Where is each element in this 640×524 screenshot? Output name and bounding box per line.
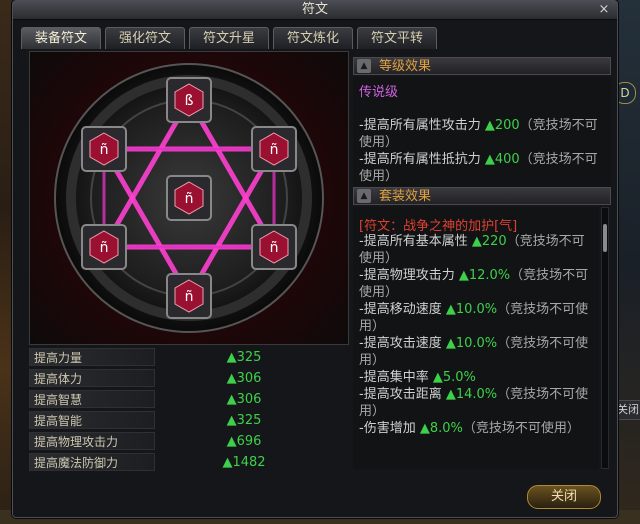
window-title: 符文 [301,2,328,17]
stat-label: 提高物理攻击力 [29,432,155,450]
grade-label: 传说级 [359,85,399,100]
hud-side-button[interactable]: 关闭 [616,400,640,420]
stat-label: 提高智慧 [29,390,155,408]
stat-value: ▲306 [226,371,262,386]
set-name: [符文：战争之神的加护[气] [359,219,518,234]
stat-value: ▲306 [226,392,262,407]
rune-slot-center[interactable]: ñ [166,175,212,221]
tab-equip-rune[interactable]: 装备符文 [21,27,101,49]
effect-value: ▲5.0% [432,370,476,385]
effect-value: ▲12.0% [458,268,511,283]
effect-note: （竞技场不可使用） [462,421,580,436]
effect-text: -提高所有属性抵抗力 [359,152,485,167]
effect-value: ▲220 [471,234,507,249]
rune-glyph-top: ß [185,93,194,109]
rune-slot-bottom[interactable]: ñ [166,273,212,319]
stat-label: 提高智能 [29,411,155,429]
set-effect-header[interactable]: ▲ 套装效果 [353,187,611,205]
effect-text: -提高移动速度 [359,302,446,317]
effect-value: ▲10.0% [445,336,498,351]
stat-value: ▲1482 [222,455,266,470]
level-effect-line: -提高所有属性抵抗力 ▲400（竞技场不可使用） [359,151,603,185]
set-effect-line: -提高物理攻击力 ▲12.0%（竞技场不可使用） [359,267,595,301]
stat-row: 提高智慧 ▲306 [29,389,347,410]
effect-text: -提高物理攻击力 [359,268,459,283]
set-effect-line: -提高攻击距离 ▲14.0%（竞技场不可使用） [359,386,595,420]
close-button[interactable]: 关闭 [527,485,601,509]
stat-value: ▲696 [226,434,262,449]
effect-value: ▲400 [484,152,520,167]
stat-value: ▲325 [226,413,262,428]
effect-value: ▲10.0% [445,302,498,317]
tab-rune-refine[interactable]: 符文炼化 [273,27,353,49]
stat-list: 提高力量 ▲325 提高体力 ▲306 提高智慧 ▲306 提高智能 ▲325 … [29,347,347,473]
effect-text: -伤害增加 [359,421,420,436]
stat-row: 提高魔法防御力 ▲1482 [29,452,347,473]
stat-value: ▲325 [226,350,262,365]
set-effect-box: [符文：战争之神的加护[气] -提高所有基本属性 ▲220（竞技场不可使用） -… [353,207,599,469]
effect-text: -提高所有基本属性 [359,234,472,249]
effect-value: ▲200 [484,118,520,133]
set-effect-line: -提高移动速度 ▲10.0%（竞技场不可使用） [359,301,595,335]
stat-label: 提高体力 [29,369,155,387]
rune-slot-top[interactable]: ß [166,77,212,123]
rune-slot-lower-left[interactable]: ñ [81,224,127,270]
effect-text: -提高所有属性攻击力 [359,118,485,133]
rune-glyph-bottom: ñ [185,289,194,305]
level-effect-box: 传说级 -提高所有属性攻击力 ▲200（竞技场不可使用） -提高所有属性抵抗力 … [353,77,611,189]
stat-row: 提高物理攻击力 ▲696 [29,431,347,452]
rune-window: 符文 × 装备符文 强化符文 符文升星 符文炼化 符文平转 ß ñ ñ ñ ñ … [12,0,618,518]
effect-text: -提高集中率 [359,370,433,385]
set-effect-line: -伤害增加 ▲8.0%（竞技场不可使用） [359,420,595,437]
close-icon[interactable]: × [597,3,611,17]
scrollbar-thumb[interactable] [603,224,607,252]
effect-value: ▲14.0% [445,387,498,402]
effect-text: -提高攻击速度 [359,336,446,351]
rune-slot-upper-left[interactable]: ñ [81,126,127,172]
tab-enhance-rune[interactable]: 强化符文 [105,27,185,49]
effect-value: ▲8.0% [419,421,463,436]
rune-circle-graphic: ß ñ ñ ñ ñ ñ ñ [54,63,324,333]
effect-text: -提高攻击距离 [359,387,446,402]
rune-slot-upper-right[interactable]: ñ [251,126,297,172]
set-effect-title: 套装效果 [379,189,432,204]
tab-rune-transfer[interactable]: 符文平转 [357,27,437,49]
level-effect-line: -提高所有属性攻击力 ▲200（竞技场不可使用） [359,117,603,151]
tab-rune-star-up[interactable]: 符文升星 [189,27,269,49]
set-effect-line: -提高攻击速度 ▲10.0%（竞技场不可使用） [359,335,595,369]
stat-row: 提高体力 ▲306 [29,368,347,389]
stat-row: 提高力量 ▲325 [29,347,347,368]
rune-glyph-upper-right: ñ [270,142,279,158]
rune-glyph-center: ñ [185,191,194,207]
collapse-arrow-icon[interactable]: ▲ [357,189,371,203]
rune-glyph-upper-left: ñ [100,142,109,158]
stat-row: 提高智能 ▲325 [29,410,347,431]
stat-label: 提高魔法防御力 [29,453,155,471]
set-effect-line: -提高所有基本属性 ▲220（竞技场不可使用） [359,233,595,267]
window-titlebar: 符文 × [13,1,617,20]
set-effect-line: -提高集中率 ▲5.0% [359,369,595,386]
rune-circle-panel: ß ñ ñ ñ ñ ñ ñ [29,51,349,345]
rune-glyph-lower-right: ñ [270,240,279,256]
rune-slot-lower-right[interactable]: ñ [251,224,297,270]
collapse-arrow-icon[interactable]: ▲ [357,59,371,73]
stat-label: 提高力量 [29,348,155,366]
level-effect-header[interactable]: ▲ 等级效果 [353,57,611,75]
level-effect-title: 等级效果 [379,59,432,74]
set-effect-scrollbar[interactable] [601,207,609,469]
rune-glyph-lower-left: ñ [100,240,109,256]
